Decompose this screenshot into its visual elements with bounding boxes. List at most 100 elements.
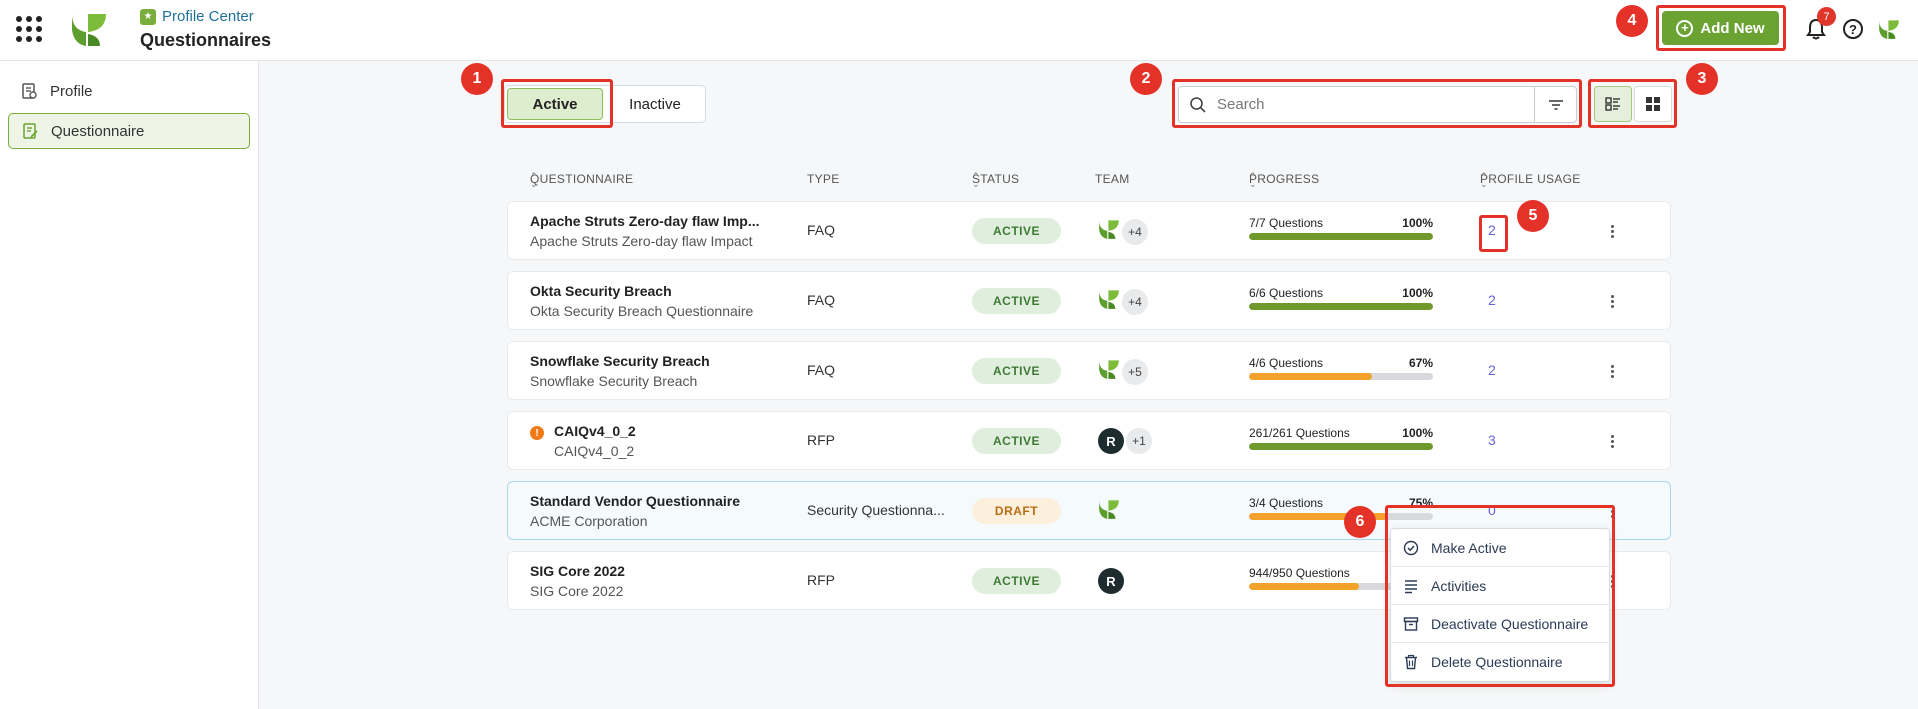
sort-icon: ⌃ ⌄ bbox=[972, 171, 980, 189]
team-more-badge[interactable]: +4 bbox=[1122, 218, 1148, 245]
page-title: Questionnaires bbox=[140, 30, 272, 50]
table-row[interactable]: ! CAIQv4_0_2 CAIQv4_0_2 RFP ACTIVE R +1 261/261… bbox=[507, 411, 1671, 470]
sidebar-item-label: Questionnaire bbox=[51, 122, 145, 140]
questionnaire-name[interactable]: Apache Struts Zero-day flaw Imp... bbox=[530, 213, 760, 229]
row-more-options-icon[interactable] bbox=[1602, 500, 1622, 522]
callout-4: 4 bbox=[1616, 5, 1648, 37]
questionnaire-type: FAQ bbox=[807, 292, 836, 308]
column-header-status[interactable]: STATUS ⌃ ⌄ bbox=[972, 171, 1019, 189]
questionnaire-name[interactable]: Standard Vendor Questionnaire bbox=[530, 493, 740, 509]
progress-text: 261/261 Questions bbox=[1249, 426, 1350, 440]
questionnaire-subtitle: Okta Security Breach Questionnaire bbox=[530, 303, 754, 319]
brand-logo[interactable] bbox=[70, 10, 108, 48]
column-header-questionnaire[interactable]: QUESTIONNAIRE ⌃ ⌄ bbox=[530, 172, 633, 189]
team-avatar: R bbox=[1098, 568, 1124, 594]
progress-indicator: 6/6 Questions 100% bbox=[1249, 286, 1433, 310]
tab-active[interactable]: Active bbox=[507, 88, 604, 120]
column-header-type: TYPE bbox=[807, 172, 840, 186]
table-row[interactable]: Okta Security Breach Okta Security Breach… bbox=[507, 271, 1671, 330]
plus-circle-icon: + bbox=[1676, 19, 1694, 37]
status-badge: ACTIVE bbox=[972, 568, 1061, 594]
list-view-button[interactable] bbox=[1594, 86, 1632, 122]
search-input[interactable] bbox=[1217, 96, 1517, 113]
progress-text: 944/950 Questions bbox=[1249, 566, 1350, 580]
progress-text: 3/4 Questions bbox=[1249, 496, 1324, 510]
questionnaire-name[interactable]: Okta Security Breach bbox=[530, 283, 753, 299]
grid-view-button[interactable] bbox=[1634, 86, 1672, 122]
grid-view-icon bbox=[1646, 97, 1660, 111]
profile-usage-link[interactable]: 2 bbox=[1488, 222, 1496, 238]
status-badge: DRAFT bbox=[972, 498, 1061, 524]
row-more-options-icon[interactable] bbox=[1602, 220, 1622, 242]
menu-item-delete[interactable]: Delete Questionnaire bbox=[1391, 643, 1609, 681]
team-members bbox=[1098, 498, 1120, 525]
menu-item-make-active[interactable]: Make Active bbox=[1391, 529, 1609, 567]
status-badge: ACTIVE bbox=[972, 288, 1061, 314]
progress-bar bbox=[1249, 513, 1433, 520]
menu-item-deactivate[interactable]: Deactivate Questionnaire bbox=[1391, 605, 1609, 643]
sidebar-item-profile[interactable]: Profile bbox=[8, 73, 250, 109]
column-header-team: TEAM bbox=[1095, 172, 1130, 186]
callout-2: 2 bbox=[1130, 63, 1162, 95]
row-more-options-icon[interactable] bbox=[1602, 360, 1622, 382]
help-icon[interactable]: ? bbox=[1843, 19, 1863, 39]
breadcrumb[interactable]: ★ Profile Center bbox=[140, 8, 254, 25]
questionnaire-name[interactable]: SIG Core 2022 bbox=[530, 563, 625, 579]
menu-item-activities[interactable]: Activities bbox=[1391, 567, 1609, 605]
sort-icon: ⌃ ⌄ bbox=[1480, 171, 1488, 189]
progress-bar bbox=[1249, 233, 1433, 240]
row-more-options-icon[interactable] bbox=[1602, 290, 1622, 312]
filter-button[interactable] bbox=[1534, 87, 1576, 122]
callout-5: 5 bbox=[1517, 200, 1549, 232]
table-row[interactable]: Snowflake Security Breach Snowflake Secur… bbox=[507, 341, 1671, 400]
sidebar-item-label: Profile bbox=[50, 82, 93, 100]
profile-usage-link[interactable]: 2 bbox=[1488, 292, 1496, 308]
breadcrumb-label[interactable]: Profile Center bbox=[162, 8, 254, 25]
team-more-badge[interactable]: +4 bbox=[1122, 288, 1148, 315]
progress-bar-fill bbox=[1249, 583, 1360, 590]
add-new-button[interactable]: + Add New bbox=[1662, 11, 1779, 45]
apps-grid-icon[interactable] bbox=[16, 16, 42, 42]
progress-percent: 100% bbox=[1402, 216, 1433, 230]
status-filter-toggle: Active Inactive bbox=[504, 85, 706, 123]
callout-3: 3 bbox=[1686, 63, 1718, 95]
questionnaire-type: FAQ bbox=[807, 362, 836, 378]
warning-icon: ! bbox=[530, 426, 544, 440]
filter-lines-icon bbox=[1548, 99, 1563, 110]
profile-usage-link[interactable]: 3 bbox=[1488, 432, 1496, 448]
progress-indicator: 261/261 Questions 100% bbox=[1249, 426, 1433, 450]
view-mode-toggle bbox=[1594, 86, 1672, 122]
column-header-progress[interactable]: PROGRESS ⌃ ⌄ bbox=[1249, 171, 1319, 189]
questionnaire-name[interactable]: Snowflake Security Breach bbox=[530, 353, 710, 369]
profile-usage-link[interactable]: 0 bbox=[1488, 502, 1496, 518]
menu-item-label: Activities bbox=[1431, 577, 1487, 594]
table-row[interactable]: Apache Struts Zero-day flaw Imp... Apache… bbox=[507, 201, 1671, 260]
team-more-badge[interactable]: +5 bbox=[1122, 358, 1148, 385]
check-circle-icon bbox=[1403, 540, 1419, 555]
progress-text: 4/6 Questions bbox=[1249, 356, 1324, 370]
trash-icon bbox=[1405, 654, 1417, 670]
user-account-logo[interactable] bbox=[1878, 18, 1900, 40]
sort-icon: ⌃ ⌄ bbox=[1249, 171, 1257, 189]
profile-usage-link[interactable]: 2 bbox=[1488, 362, 1496, 378]
add-new-label: Add New bbox=[1700, 19, 1765, 37]
progress-text: 7/7 Questions bbox=[1249, 216, 1324, 230]
progress-bar-fill bbox=[1249, 373, 1373, 380]
team-more-badge[interactable]: +1 bbox=[1126, 428, 1152, 454]
status-badge: ACTIVE bbox=[972, 218, 1061, 244]
progress-indicator: 3/4 Questions 75% bbox=[1249, 496, 1433, 520]
search-box bbox=[1178, 86, 1577, 123]
questionnaire-subtitle: ACME Corporation bbox=[530, 513, 648, 529]
sidebar-item-questionnaire[interactable]: Questionnaire bbox=[8, 113, 250, 149]
questionnaire-name[interactable]: CAIQv4_0_2 bbox=[554, 423, 636, 439]
column-header-profile-usage[interactable]: PROFILE USAGE ⌃ ⌄ bbox=[1480, 171, 1581, 189]
row-more-options-icon[interactable] bbox=[1602, 430, 1622, 452]
questionnaire-type: Security Questionna... bbox=[807, 502, 945, 518]
team-avatar: R bbox=[1098, 428, 1124, 454]
row-context-menu: Make Active Activities Deactivate Questi… bbox=[1390, 528, 1610, 682]
team-logo-icon bbox=[1098, 358, 1120, 385]
questionnaire-subtitle: CAIQv4_0_2 bbox=[554, 443, 635, 459]
status-badge: ACTIVE bbox=[972, 428, 1061, 454]
tab-inactive[interactable]: Inactive bbox=[605, 86, 705, 122]
progress-indicator: 4/6 Questions 67% bbox=[1249, 356, 1433, 380]
